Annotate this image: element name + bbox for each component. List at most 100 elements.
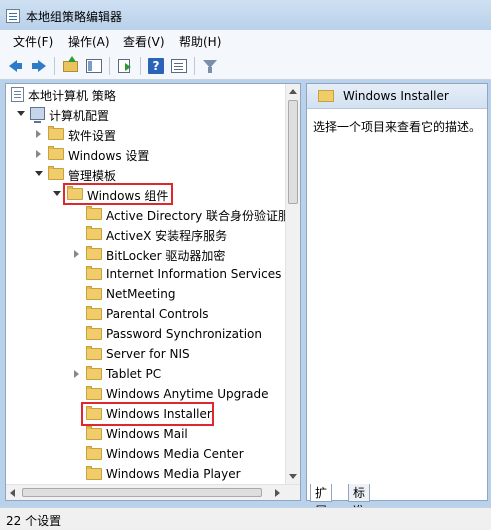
tree-item-label: Windows Mail xyxy=(106,427,188,441)
menu-help[interactable]: 帮助(H) xyxy=(179,33,221,50)
tree-item-label: Windows 设置 xyxy=(68,149,150,163)
scroll-down-icon[interactable] xyxy=(289,474,297,479)
title-bar: 本地组策略编辑器 xyxy=(0,0,491,30)
folder-icon xyxy=(86,226,102,240)
folder-icon xyxy=(86,446,102,460)
folder-icon xyxy=(86,286,102,300)
computer-icon xyxy=(30,107,45,123)
back-button[interactable] xyxy=(6,56,26,76)
tab-standard[interactable]: 标准 xyxy=(348,484,371,518)
tree-item[interactable]: Tablet PC xyxy=(6,364,286,384)
tree-item-admin-templates[interactable]: 管理模板 xyxy=(6,164,286,184)
toolbar-separator xyxy=(54,57,55,75)
folder-icon xyxy=(86,386,102,400)
folder-up-icon xyxy=(63,56,78,72)
filter-button[interactable] xyxy=(200,56,220,76)
folder-icon xyxy=(86,266,102,280)
export-list-button[interactable] xyxy=(115,56,135,76)
tree-item-label: NetMeeting xyxy=(106,287,176,301)
tree-item[interactable]: BitLocker 驱动器加密 xyxy=(6,244,286,264)
back-icon xyxy=(9,60,22,72)
toolbar: ? xyxy=(0,52,491,80)
tree-item-windows-settings[interactable]: Windows 设置 xyxy=(6,144,286,164)
tree-item-label: Windows Media Center xyxy=(106,447,244,461)
properties-button[interactable] xyxy=(169,56,189,76)
folder-icon xyxy=(48,166,64,180)
expand-open-icon[interactable] xyxy=(53,191,61,196)
tree-item[interactable]: Internet Information Services xyxy=(6,264,286,284)
folder-icon xyxy=(86,406,102,420)
folder-icon xyxy=(48,126,64,140)
status-bar: 22 个设置 xyxy=(0,507,491,530)
tree-item-label: Windows Media Player xyxy=(106,467,241,481)
tree-item[interactable]: Windows Mail xyxy=(6,424,286,444)
tree-item-label: BitLocker 驱动器加密 xyxy=(106,249,226,263)
tab-extended[interactable]: 扩展 xyxy=(310,484,333,518)
menu-action[interactable]: 操作(A) xyxy=(68,33,110,50)
details-title: Windows Installer xyxy=(343,89,449,103)
tree-item-label: Server for NIS xyxy=(106,347,190,361)
details-pane: Windows Installer 选择一个项目来查看它的描述。 xyxy=(306,83,488,501)
folder-icon xyxy=(86,366,102,380)
forward-button[interactable] xyxy=(29,56,49,76)
folder-icon xyxy=(318,90,334,102)
tree-item-computer-config[interactable]: 计算机配置 xyxy=(6,104,286,124)
expand-closed-icon[interactable] xyxy=(36,150,41,158)
tree-item-label: Parental Controls xyxy=(106,307,209,321)
tree-item-local-policy[interactable]: 本地计算机 策略 xyxy=(6,84,286,104)
gpedit-app-icon xyxy=(6,9,20,23)
scroll-thumb[interactable] xyxy=(22,488,262,497)
tree-item[interactable]: Windows Media Player xyxy=(6,464,286,484)
tree-item[interactable]: Server for NIS xyxy=(6,344,286,364)
expand-open-icon[interactable] xyxy=(35,171,43,176)
folder-icon xyxy=(86,246,102,260)
tree-pane[interactable]: 本地计算机 策略 计算机配置 软件设置 Windows 设置 管理模板 Wind… xyxy=(5,83,301,501)
scroll-right-icon[interactable] xyxy=(275,489,280,497)
tree-item[interactable]: Windows Media Center xyxy=(6,444,286,464)
scroll-left-icon[interactable] xyxy=(10,489,15,497)
tree-item[interactable]: Active Directory 联合身份验证服 xyxy=(6,204,290,224)
expand-closed-icon[interactable] xyxy=(36,130,41,138)
tree-item-label: Password Synchronization xyxy=(106,327,262,341)
tree-item-label: Windows Anytime Upgrade xyxy=(106,387,269,401)
tree-item-windows-installer[interactable]: Windows Installer xyxy=(6,402,286,426)
show-hide-tree-button[interactable] xyxy=(84,56,104,76)
menu-file[interactable]: 文件(F) xyxy=(13,33,53,50)
tree-horizontal-scrollbar[interactable] xyxy=(6,484,300,500)
expand-closed-icon[interactable] xyxy=(74,370,79,378)
tree-item-label: Windows 组件 xyxy=(87,189,169,203)
tree-item-windows-components[interactable]: Windows 组件 xyxy=(6,183,286,205)
expand-open-icon[interactable] xyxy=(17,111,25,116)
toolbar-separator xyxy=(140,57,141,75)
help-icon: ? xyxy=(148,58,164,74)
folder-icon xyxy=(86,426,102,440)
export-list-icon xyxy=(118,59,131,73)
main-window: 本地组策略编辑器 文件(F) 操作(A) 查看(V) 帮助(H) ? 本地计算机… xyxy=(0,0,491,530)
folder-icon xyxy=(86,466,102,480)
tree-item-label: 计算机配置 xyxy=(49,109,110,123)
scroll-up-icon[interactable] xyxy=(289,89,297,94)
menu-bar: 文件(F) 操作(A) 查看(V) 帮助(H) xyxy=(0,30,491,52)
tree-item-software-settings[interactable]: 软件设置 xyxy=(6,124,286,144)
window-title: 本地组策略编辑器 xyxy=(26,10,123,24)
tree-item[interactable]: Windows Anytime Upgrade xyxy=(6,384,286,404)
details-header: Windows Installer xyxy=(307,84,487,109)
toolbar-separator xyxy=(194,57,195,75)
tree-item-label: Windows Installer xyxy=(106,407,212,421)
folder-icon xyxy=(48,146,64,160)
properties-icon xyxy=(171,59,187,73)
tree-item-label: ActiveX 安装程序服务 xyxy=(106,229,228,243)
tree-vertical-scrollbar[interactable] xyxy=(285,84,300,484)
tree-item[interactable]: NetMeeting xyxy=(6,284,286,304)
tree-item[interactable]: Password Synchronization xyxy=(6,324,286,344)
menu-view[interactable]: 查看(V) xyxy=(123,33,165,50)
tree-item[interactable]: Parental Controls xyxy=(6,304,286,324)
up-level-button[interactable] xyxy=(61,56,81,76)
tree-item[interactable]: ActiveX 安装程序服务 xyxy=(6,224,286,244)
details-description: 选择一个项目来查看它的描述。 xyxy=(313,120,482,134)
folder-icon xyxy=(86,306,102,320)
expand-closed-icon[interactable] xyxy=(74,250,79,258)
help-button[interactable]: ? xyxy=(146,56,166,76)
scroll-thumb[interactable] xyxy=(288,100,298,204)
tree-item-label: 管理模板 xyxy=(68,169,117,183)
